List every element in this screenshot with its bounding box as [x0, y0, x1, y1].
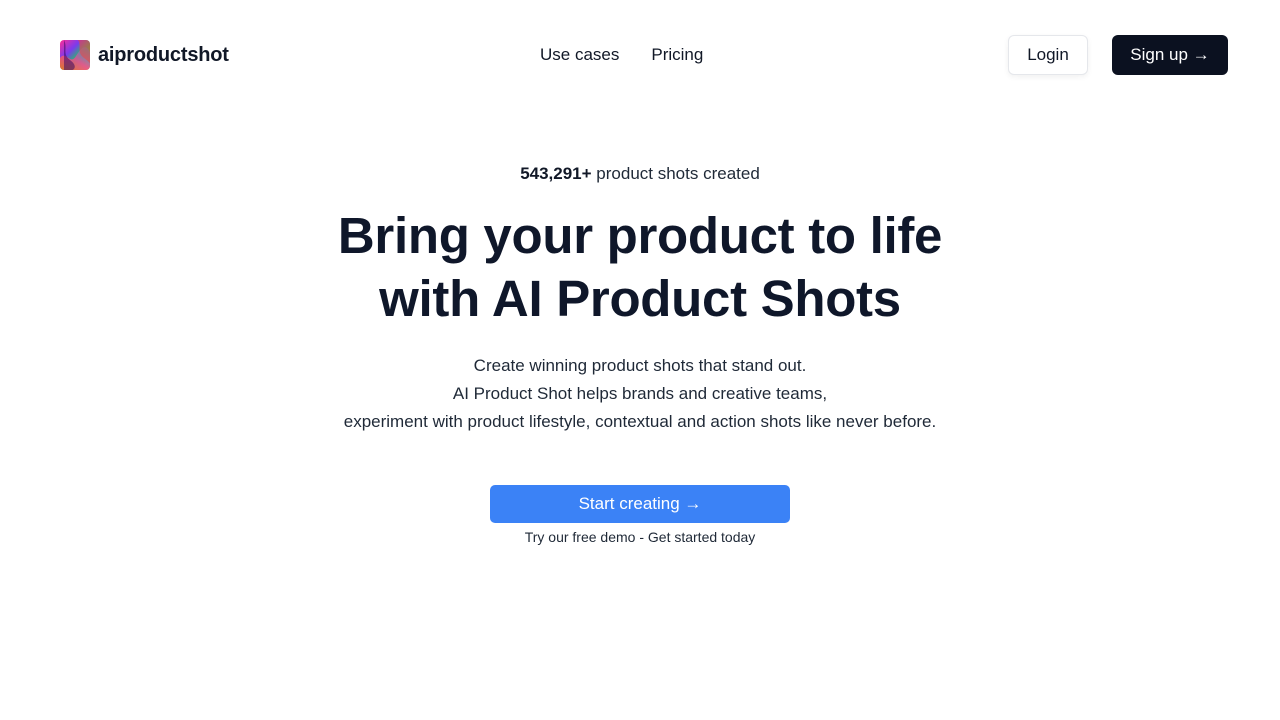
headline-line-2: with AI Product Shots — [379, 270, 901, 327]
start-creating-button[interactable]: Start creating → — [490, 485, 790, 523]
free-demo-note: Try our free demo - Get started today — [524, 529, 756, 545]
logo-icon — [60, 40, 90, 70]
shots-counter: 543,291+ product shots created — [0, 160, 1280, 188]
hero-section: 543,291+ product shots created Bring you… — [0, 160, 1280, 453]
nav-use-cases[interactable]: Use cases — [540, 44, 619, 66]
login-button[interactable]: Login — [1008, 35, 1088, 75]
shots-count: 543,291+ — [520, 164, 592, 183]
main-nav: Use cases Pricing — [540, 44, 703, 66]
description-line-1: Create winning product shots that stand … — [473, 356, 807, 375]
logo-text: aiproductshot — [98, 43, 229, 66]
signup-button[interactable]: Sign up → — [1112, 35, 1228, 75]
site-header: aiproductshot Use cases Pricing Login Si… — [0, 0, 1280, 110]
description-line-2: AI Product Shot helps brands and creativ… — [452, 384, 828, 403]
headline-line-1: Bring your product to life — [337, 207, 943, 264]
description-line-3: experiment with product lifestyle, conte… — [343, 412, 937, 431]
shots-count-label: product shots created — [591, 164, 760, 183]
logo-link[interactable]: aiproductshot — [60, 40, 229, 70]
hero-description: Create winning product shots that stand … — [0, 352, 1280, 436]
hero-headline: Bring your product to life with AI Produ… — [260, 204, 1020, 330]
nav-pricing[interactable]: Pricing — [651, 44, 703, 66]
